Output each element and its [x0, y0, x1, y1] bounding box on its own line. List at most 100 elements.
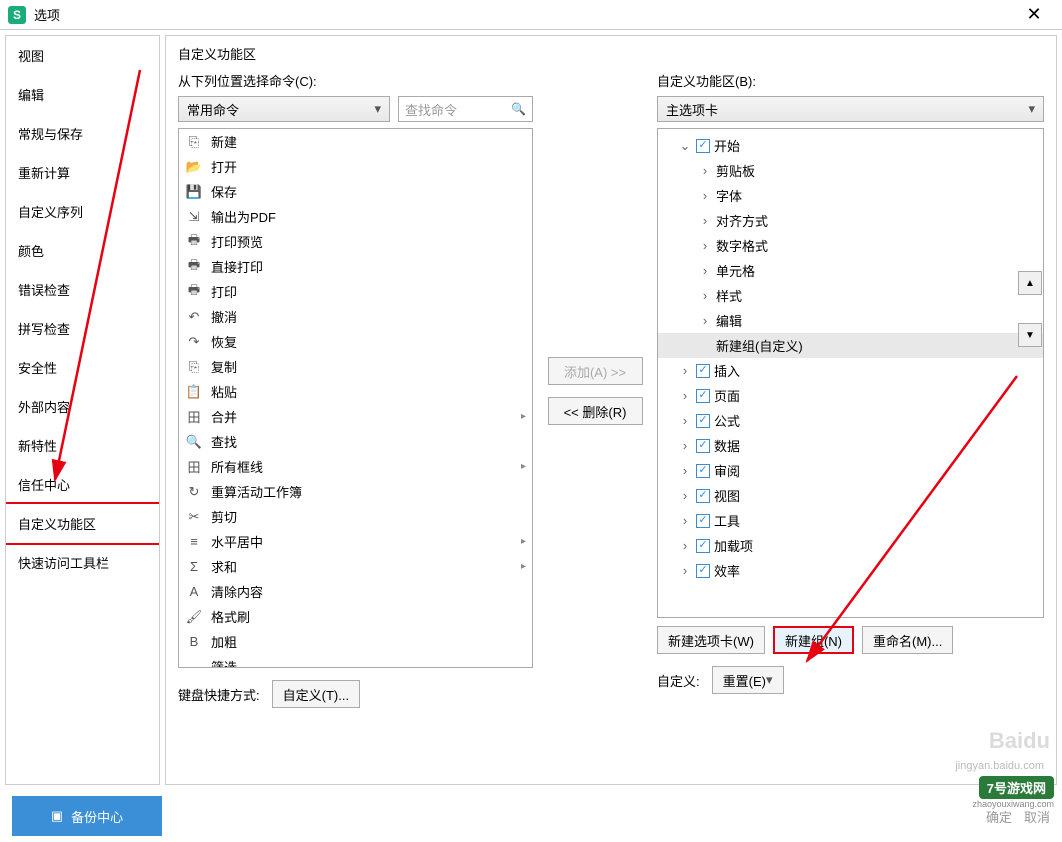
new-tab-button[interactable]: 新建选项卡(W) [657, 626, 765, 654]
expand-icon[interactable]: › [678, 438, 692, 453]
command-item[interactable]: 📂打开 [179, 154, 532, 179]
tree-row[interactable]: ›编辑 [658, 308, 1043, 333]
sidebar-item-10[interactable]: 新特性 [6, 426, 159, 465]
tree-row[interactable]: ›✓工具 [658, 508, 1043, 533]
checkbox[interactable]: ✓ [696, 489, 710, 503]
sidebar-item-3[interactable]: 重新计算 [6, 153, 159, 192]
command-item[interactable]: 💾保存 [179, 179, 532, 204]
backup-button[interactable]: ▣ 备份中心 [12, 796, 162, 836]
command-item[interactable]: ≡水平居中▸ [179, 529, 532, 554]
expand-icon[interactable]: ⌄ [678, 138, 692, 154]
command-icon: 💾 [185, 184, 203, 200]
add-button[interactable]: 添加(A) >> [548, 357, 643, 385]
command-item[interactable]: ✂剪切 [179, 504, 532, 529]
expand-icon[interactable]: › [678, 463, 692, 478]
tree-row[interactable]: ›✓页面 [658, 383, 1043, 408]
commands-source-dropdown[interactable]: 常用命令 [178, 96, 390, 122]
sidebar-item-5[interactable]: 颜色 [6, 231, 159, 270]
command-item[interactable]: 🔍查找 [179, 429, 532, 454]
tree-row[interactable]: ›✓审阅 [658, 458, 1043, 483]
checkbox[interactable]: ✓ [696, 439, 710, 453]
expand-icon[interactable]: › [698, 213, 712, 228]
expand-icon[interactable]: › [678, 413, 692, 428]
tree-row[interactable]: ›✓公式 [658, 408, 1043, 433]
command-item[interactable]: 🖶打印预览 [179, 229, 532, 254]
command-item[interactable]: 筛选 [179, 654, 532, 668]
close-icon[interactable]: ✕ [1014, 4, 1054, 25]
tree-row[interactable]: ›✓效率 [658, 558, 1043, 583]
command-item[interactable]: ↶撤消 [179, 304, 532, 329]
tree-row[interactable]: ⌄✓开始 [658, 133, 1043, 158]
checkbox[interactable]: ✓ [696, 364, 710, 378]
expand-icon[interactable]: › [698, 313, 712, 328]
sidebar-item-2[interactable]: 常规与保存 [6, 114, 159, 153]
command-item[interactable]: ↻重算活动工作簿 [179, 479, 532, 504]
tree-row[interactable]: ›单元格 [658, 258, 1043, 283]
command-item[interactable]: 🖶直接打印 [179, 254, 532, 279]
command-item[interactable]: B加粗 [179, 629, 532, 654]
expand-icon[interactable]: › [698, 238, 712, 253]
command-item[interactable]: 📋粘贴 [179, 379, 532, 404]
checkbox[interactable]: ✓ [696, 414, 710, 428]
move-down-button[interactable]: ▼ [1018, 323, 1042, 347]
sidebar-item-13[interactable]: 快速访问工具栏 [6, 543, 159, 582]
command-item[interactable]: ⇲输出为PDF [179, 204, 532, 229]
expand-icon[interactable]: › [678, 388, 692, 403]
sidebar-item-9[interactable]: 外部内容 [6, 387, 159, 426]
reset-button[interactable]: 重置(E) [712, 666, 784, 694]
ribbon-tabs-dropdown[interactable]: 主选项卡 [657, 96, 1044, 122]
tree-row[interactable]: ›对齐方式 [658, 208, 1043, 233]
expand-icon[interactable]: › [678, 488, 692, 503]
command-item[interactable]: 🖌格式刷 [179, 604, 532, 629]
expand-icon[interactable]: › [698, 288, 712, 303]
command-item[interactable]: ↷恢复 [179, 329, 532, 354]
command-item[interactable]: 田所有框线▸ [179, 454, 532, 479]
sidebar-item-6[interactable]: 错误检查 [6, 270, 159, 309]
tree-row[interactable]: ›剪贴板 [658, 158, 1043, 183]
tree-row[interactable]: ›✓加载项 [658, 533, 1043, 558]
tree-row[interactable]: ›✓视图 [658, 483, 1043, 508]
checkbox[interactable]: ✓ [696, 564, 710, 578]
commands-listbox[interactable]: ⎘新建📂打开💾保存⇲输出为PDF🖶打印预览🖶直接打印🖶打印↶撤消↷恢复⎘复制📋粘… [178, 128, 533, 668]
remove-button[interactable]: << 删除(R) [548, 397, 643, 425]
expand-icon[interactable]: › [678, 363, 692, 378]
sidebar-item-11[interactable]: 信任中心 [6, 465, 159, 504]
ribbon-tree[interactable]: ⌄✓开始›剪贴板›字体›对齐方式›数字格式›单元格›样式›编辑新建组(自定义)›… [657, 128, 1044, 618]
checkbox[interactable]: ✓ [696, 539, 710, 553]
tree-row[interactable]: 新建组(自定义) [658, 333, 1043, 358]
tree-row[interactable]: ›样式 [658, 283, 1043, 308]
ok-button[interactable]: 确定 [986, 807, 1012, 826]
tree-row[interactable]: ›✓插入 [658, 358, 1043, 383]
customize-kb-button[interactable]: 自定义(T)... [272, 680, 360, 708]
tree-row[interactable]: ›字体 [658, 183, 1043, 208]
command-item[interactable]: ⎘新建 [179, 129, 532, 154]
new-group-button[interactable]: 新建组(N) [773, 626, 854, 654]
tree-row[interactable]: ›数字格式 [658, 233, 1043, 258]
expand-icon[interactable]: › [698, 188, 712, 203]
sidebar-item-1[interactable]: 编辑 [6, 75, 159, 114]
command-item[interactable]: 🖶打印 [179, 279, 532, 304]
command-item[interactable]: Σ求和▸ [179, 554, 532, 579]
move-up-button[interactable]: ▲ [1018, 271, 1042, 295]
sidebar-item-4[interactable]: 自定义序列 [6, 192, 159, 231]
command-item[interactable]: 田合并▸ [179, 404, 532, 429]
search-input[interactable]: 查找命令 [398, 96, 533, 122]
command-item[interactable]: ⎘复制 [179, 354, 532, 379]
cancel-button[interactable]: 取消 [1024, 807, 1050, 826]
checkbox[interactable]: ✓ [696, 389, 710, 403]
tree-row[interactable]: ›✓数据 [658, 433, 1043, 458]
checkbox[interactable]: ✓ [696, 139, 710, 153]
sidebar-item-0[interactable]: 视图 [6, 36, 159, 75]
expand-icon[interactable]: › [678, 563, 692, 578]
expand-icon[interactable]: › [698, 263, 712, 278]
expand-icon[interactable]: › [698, 163, 712, 178]
sidebar-item-8[interactable]: 安全性 [6, 348, 159, 387]
expand-icon[interactable]: › [678, 538, 692, 553]
expand-icon[interactable]: › [678, 513, 692, 528]
rename-button[interactable]: 重命名(M)... [862, 626, 953, 654]
sidebar-item-7[interactable]: 拼写检查 [6, 309, 159, 348]
command-item[interactable]: A清除内容 [179, 579, 532, 604]
sidebar-item-12[interactable]: 自定义功能区 [5, 502, 160, 545]
checkbox[interactable]: ✓ [696, 514, 710, 528]
checkbox[interactable]: ✓ [696, 464, 710, 478]
